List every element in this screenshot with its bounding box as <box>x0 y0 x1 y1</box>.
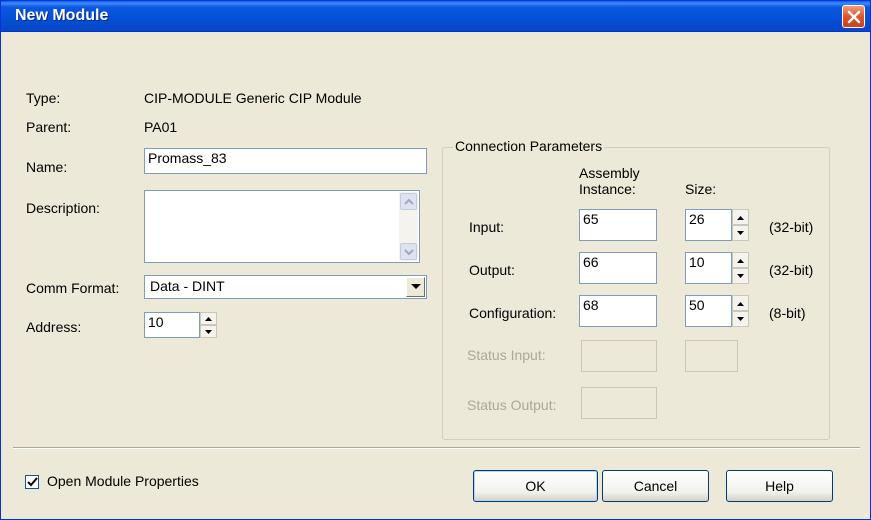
description-label: Description: <box>26 200 100 216</box>
comm-format-select[interactable]: Data - DINT <box>144 275 427 299</box>
input-size-unit: (32-bit) <box>769 219 814 235</box>
spin-down-icon <box>205 330 212 334</box>
help-button[interactable]: Help <box>726 470 833 502</box>
spin-down-button[interactable] <box>733 225 748 240</box>
address-label: Address: <box>26 319 82 335</box>
status-output-label: Status Output: <box>467 397 557 413</box>
input-instance-field[interactable]: 65 <box>579 209 657 241</box>
dropdown-arrow-icon <box>411 284 421 289</box>
assembly-header: Assembly <box>579 165 640 181</box>
configuration-size-field[interactable]: 50 <box>685 295 732 327</box>
spin-down-icon <box>737 274 744 278</box>
spin-up-button[interactable] <box>733 253 748 268</box>
spin-down-button[interactable] <box>733 311 748 326</box>
scroll-down-button[interactable] <box>400 243 417 260</box>
type-label: Type: <box>26 90 61 106</box>
comm-format-label: Comm Format: <box>26 280 120 296</box>
comm-format-value: Data - DINT <box>150 278 225 294</box>
footer-divider <box>13 447 860 449</box>
spin-up-button[interactable] <box>733 210 748 225</box>
open-module-properties-label[interactable]: Open Module Properties <box>47 473 199 489</box>
name-input[interactable]: Promass_83 <box>144 148 427 174</box>
output-size-field[interactable]: 10 <box>685 252 732 284</box>
spin-up-icon <box>737 216 744 220</box>
input-size-field[interactable]: 26 <box>685 209 732 241</box>
status-input-instance-field <box>581 340 657 372</box>
configuration-size-spinner[interactable] <box>732 295 749 327</box>
output-size-unit: (32-bit) <box>769 262 814 278</box>
name-label: Name: <box>26 159 68 175</box>
address-spinner[interactable] <box>200 312 217 338</box>
window-title: New Module <box>15 7 109 24</box>
status-input-size-field <box>685 340 738 372</box>
connection-parameters-title: Connection Parameters <box>453 138 605 154</box>
parent-value: PA01 <box>144 119 178 135</box>
instance-header: Instance: <box>579 181 636 197</box>
spin-up-icon <box>737 302 744 306</box>
status-input-label: Status Input: <box>467 347 546 363</box>
new-module-dialog: New Module Type: CIP-MODULE Generic CIP … <box>0 0 871 520</box>
close-icon <box>847 10 861 24</box>
spin-up-icon <box>205 317 212 321</box>
output-label: Output: <box>469 262 515 278</box>
output-size-spinner[interactable] <box>732 252 749 284</box>
description-scrollbar[interactable] <box>399 192 418 261</box>
checkmark-icon <box>27 477 38 487</box>
spin-down-button[interactable] <box>733 268 748 283</box>
parent-label: Parent: <box>26 119 72 135</box>
spin-up-icon <box>737 259 744 263</box>
spin-down-button[interactable] <box>201 325 216 337</box>
output-instance-field[interactable]: 66 <box>579 252 657 284</box>
status-output-instance-field <box>581 387 657 419</box>
cancel-button[interactable]: Cancel <box>602 470 709 502</box>
close-button[interactable] <box>842 5 865 28</box>
configuration-label: Configuration: <box>469 305 557 321</box>
ok-button[interactable]: OK <box>473 470 598 502</box>
address-input[interactable]: 10 <box>144 312 200 338</box>
size-header: Size: <box>685 181 717 197</box>
scroll-up-button[interactable] <box>400 193 417 210</box>
spin-up-button[interactable] <box>733 296 748 311</box>
input-label: Input: <box>469 219 505 235</box>
title-bar[interactable]: New Module <box>1 1 870 32</box>
spin-down-icon <box>737 231 744 235</box>
configuration-size-unit: (8-bit) <box>769 305 806 321</box>
type-value: CIP-MODULE Generic CIP Module <box>144 90 362 106</box>
input-size-spinner[interactable] <box>732 209 749 241</box>
spin-up-button[interactable] <box>201 313 216 325</box>
description-textarea[interactable] <box>144 190 420 263</box>
chevron-up-icon <box>404 198 414 205</box>
chevron-down-icon <box>404 249 414 256</box>
open-module-properties-checkbox[interactable] <box>25 475 39 489</box>
comm-format-dropdown-button[interactable] <box>406 277 425 297</box>
spin-down-icon <box>737 317 744 321</box>
configuration-instance-field[interactable]: 68 <box>579 295 657 327</box>
